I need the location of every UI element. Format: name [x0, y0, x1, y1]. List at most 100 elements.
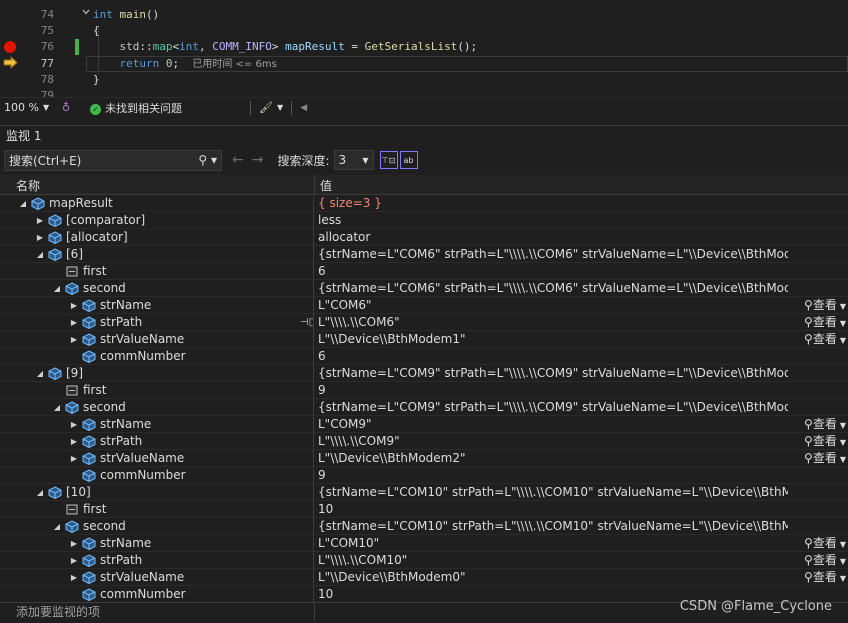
watch-value[interactable]: allocator [318, 229, 788, 246]
expand-arrow-icon[interactable]: ▶ [35, 229, 45, 246]
watch-row[interactable]: first 9 [0, 382, 848, 399]
collapse-arrow-icon[interactable]: ◢ [52, 280, 62, 297]
watch-row[interactable]: ▶ strPath L"\\\\.\\COM9" ⚲查看 ▼ [0, 433, 848, 450]
watch-row[interactable]: ▶ strValueName L"\\Device\\BthModem1" ⚲查看 ▼ [0, 331, 848, 348]
hex-display-button[interactable]: ab [399, 151, 418, 169]
collapse-arrow-icon[interactable]: ◢ [52, 399, 62, 416]
search-input[interactable]: 搜索(Ctrl+E) ⚲ ▾ [4, 149, 222, 171]
view-button[interactable]: ⚲查看 ▼ [804, 297, 846, 315]
chevron-down-icon[interactable]: ▼ [277, 103, 283, 112]
watch-row[interactable]: ◢ [9] {strName=L"COM9" strPath=L"\\\\.\\CO… [0, 365, 848, 382]
code-line[interactable]: 74 int main() [0, 7, 848, 23]
watch-row[interactable]: ▶ [comparator] less [0, 212, 848, 229]
search-forward-icon[interactable]: → [252, 152, 264, 168]
column-splitter[interactable] [314, 175, 315, 195]
watch-row[interactable]: ▶ strName L"COM6" ⚲查看 ▼ [0, 297, 848, 314]
watch-row[interactable]: ▶ strValueName L"\\Device\\BthModem2" ⚲查看 ▼ [0, 450, 848, 467]
code-line[interactable]: 79 [0, 88, 848, 97]
watch-value[interactable]: {strName=L"COM9" strPath=L"\\\\.\\COM9" … [318, 399, 788, 416]
brush-icon[interactable]: 🖌 [259, 101, 273, 114]
watch-value[interactable]: less [318, 212, 788, 229]
view-button[interactable]: ⚲查看 ▼ [804, 331, 846, 349]
watch-title[interactable]: 监视 1 [0, 126, 848, 146]
expand-arrow-icon[interactable]: ▶ [69, 331, 79, 348]
watch-row[interactable]: ◢ second {strName=L"COM9" strPath=L"\\\\.\… [0, 399, 848, 416]
view-button[interactable]: ⚲查看 ▼ [804, 552, 846, 570]
watch-row[interactable]: ◢ second {strName=L"COM6" strPath=L"\\\\.\… [0, 280, 848, 297]
watch-value[interactable]: {strName=L"COM6" strPath=L"\\\\.\\COM6" … [318, 280, 788, 297]
watch-row[interactable]: ▶ strName L"COM10" ⚲查看 ▼ [0, 535, 848, 552]
collapse-arrow-icon[interactable]: ◢ [35, 484, 45, 501]
issues-status[interactable]: ✓ 未找到相关问题 [90, 100, 182, 116]
watch-row[interactable]: ◢ [6] {strName=L"COM6" strPath=L"\\\\.\\CO… [0, 246, 848, 263]
watch-row[interactable]: ◢ [10] {strName=L"COM10" strPath=L"\\\\.\\… [0, 484, 848, 501]
collapse-arrow-icon[interactable]: ◢ [35, 246, 45, 263]
watch-value[interactable]: L"\\\\.\\COM9" [318, 433, 788, 450]
code-line[interactable]: 77 return 0; 已用时间 <= 6ms [0, 56, 848, 72]
watch-row[interactable]: ◢ mapResult { size=3 } [0, 195, 848, 212]
watch-value[interactable]: L"\\Device\\BthModem0" [318, 569, 788, 586]
expand-arrow-icon[interactable]: ▶ [69, 433, 79, 450]
watch-value[interactable]: 9 [318, 382, 788, 399]
expand-arrow-icon[interactable]: ▶ [69, 450, 79, 467]
pin-toggle-button[interactable]: ⊤⊡ [379, 151, 398, 169]
divider [291, 100, 293, 115]
watch-value[interactable]: L"\\\\.\\COM10" [318, 552, 788, 569]
watch-row[interactable]: ▶ strValueName L"\\Device\\BthModem0" ⚲查看 ▼ [0, 569, 848, 586]
code-line[interactable]: 75 { [0, 23, 848, 39]
scroll-left-icon[interactable]: ◀ [300, 103, 307, 113]
watch-value[interactable]: {strName=L"COM10" strPath=L"\\\\.\\COM10… [318, 518, 788, 535]
watch-value[interactable]: {strName=L"COM10" strPath=L"\\\\.\\COM10… [318, 484, 788, 501]
collapse-arrow-icon[interactable]: ◢ [52, 518, 62, 535]
watch-row[interactable]: first 6 [0, 263, 848, 280]
watch-value[interactable]: L"COM10" [318, 535, 788, 552]
watch-value[interactable]: L"\\\\.\\COM6" [318, 314, 788, 331]
code-line[interactable]: 78} [0, 72, 848, 88]
expand-arrow-icon[interactable]: ▶ [69, 535, 79, 552]
code-line[interactable]: 76 std::map<int, COMM_INFO> mapResult = … [0, 39, 848, 55]
watch-value[interactable]: 6 [318, 348, 788, 365]
watch-row[interactable]: ▶ [allocator] allocator [0, 229, 848, 246]
watch-value[interactable]: 6 [318, 263, 788, 280]
view-button[interactable]: ⚲查看 ▼ [804, 569, 846, 587]
pin-icon[interactable]: ⊣□ [300, 314, 313, 331]
search-depth-select[interactable]: 3 ▼ [333, 150, 374, 170]
search-back-icon[interactable]: ← [232, 152, 244, 168]
watch-value[interactable]: L"\\Device\\BthModem1" [318, 331, 788, 348]
watch-name: strPath [100, 434, 143, 448]
code-editor[interactable]: 74 int main() 75 {76 std::map<int, COMM_INF… [0, 0, 848, 97]
expand-arrow-icon[interactable]: ▶ [69, 297, 79, 314]
watch-row[interactable]: commNumber 6 [0, 348, 848, 365]
zoom-level[interactable]: 100 % ▼ [0, 101, 60, 114]
watch-value[interactable]: L"COM6" [318, 297, 788, 314]
search-icon[interactable]: ⚲ ▾ [198, 153, 217, 167]
expand-arrow-icon[interactable]: ▶ [69, 416, 79, 433]
watch-value[interactable]: L"\\Device\\BthModem2" [318, 450, 788, 467]
watch-row[interactable]: ▶ strPath L"\\\\.\\COM10" ⚲查看 ▼ [0, 552, 848, 569]
watch-row[interactable]: ▶ strPath ⊣□ L"\\\\.\\COM6" ⚲查看▼ [0, 314, 848, 331]
watch-row[interactable]: ◢ second {strName=L"COM10" strPath=L"\\\\.… [0, 518, 848, 535]
watch-value[interactable]: 10 [318, 501, 788, 518]
view-button[interactable]: ⚲查看 ▼ [804, 450, 846, 468]
watch-value[interactable]: { size=3 } [318, 195, 788, 212]
collapse-arrow-icon[interactable]: ◢ [35, 365, 45, 382]
view-button[interactable]: ⚲查看 ▼ [804, 314, 846, 332]
expand-arrow-icon[interactable]: ▶ [69, 314, 79, 331]
expand-arrow-icon[interactable]: ▶ [35, 212, 45, 229]
watch-row[interactable]: first 10 [0, 501, 848, 518]
watch-value[interactable]: {strName=L"COM9" strPath=L"\\\\.\\COM9" … [318, 365, 788, 382]
expand-arrow-icon[interactable]: ▶ [69, 552, 79, 569]
view-button[interactable]: ⚲查看 ▼ [804, 416, 846, 434]
column-name-header[interactable]: 名称 [16, 177, 40, 194]
watch-value[interactable]: L"COM9" [318, 416, 788, 433]
view-button[interactable]: ⚲查看 ▼ [804, 535, 846, 553]
column-value-header[interactable]: 值 [320, 177, 332, 194]
watch-value[interactable]: 9 [318, 467, 788, 484]
collapse-arrow-icon[interactable]: ◢ [18, 195, 28, 212]
watch-row[interactable]: ▶ strName L"COM9" ⚲查看 ▼ [0, 416, 848, 433]
view-button[interactable]: ⚲查看 ▼ [804, 433, 846, 451]
expand-arrow-icon[interactable]: ▶ [69, 569, 79, 586]
watch-row[interactable]: commNumber 9 [0, 467, 848, 484]
watch-value[interactable]: {strName=L"COM6" strPath=L"\\\\.\\COM6" … [318, 246, 788, 263]
copilot-icon[interactable]: ♁ [62, 101, 70, 114]
